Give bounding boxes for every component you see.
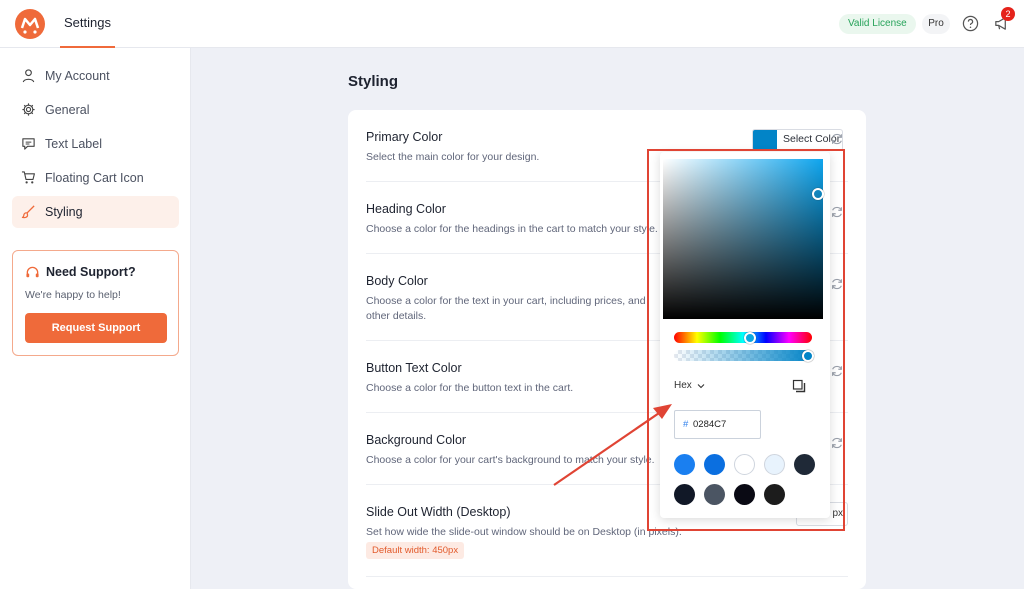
setting-description: Choose a color for your cart's backgroun… [366, 454, 655, 466]
app-logo-icon[interactable] [14, 8, 46, 40]
setting-label: Primary Color [366, 130, 443, 144]
setting-description: Select the main color for your design. [366, 151, 540, 163]
user-icon [22, 69, 35, 83]
cart-icon [21, 171, 35, 184]
message-icon [22, 138, 35, 150]
sidebar-item-label: Text Label [45, 137, 102, 151]
plan-badge: Pro [922, 14, 950, 34]
sidebar-item-label: Styling [45, 205, 83, 219]
reset-icon[interactable] [830, 132, 844, 146]
notification-count-badge: 2 [1001, 7, 1015, 21]
setting-label: Background Color [366, 433, 467, 447]
sidebar-item-label: Floating Cart Icon [45, 171, 144, 185]
page-title: Styling [348, 73, 399, 90]
sidebar-item-label: My Account [45, 69, 110, 83]
setting-description: Choose a color for the headings in the c… [366, 223, 658, 235]
support-card: Need Support? We're happy to help! Reque… [12, 250, 179, 356]
sidebar-item-my-account[interactable]: My Account [12, 60, 179, 92]
headset-icon [26, 266, 39, 278]
license-badge: Valid License [839, 14, 916, 34]
setting-description: Choose a color for the button text in th… [366, 382, 574, 394]
sidebar-item-label: General [45, 103, 90, 117]
sidebar: My Account General Text Label Floating C… [0, 48, 191, 589]
sidebar-item-styling[interactable]: Styling [12, 196, 179, 228]
setting-label: Body Color [366, 274, 428, 288]
setting-label: Slide Out Width (Desktop) [366, 505, 511, 519]
support-title: Need Support? [46, 265, 136, 279]
sidebar-item-general[interactable]: General [12, 94, 179, 126]
nav-tab-settings[interactable]: Settings [60, 0, 115, 48]
sidebar-item-text-label[interactable]: Text Label [12, 128, 179, 160]
help-icon[interactable] [962, 15, 979, 32]
annotation-highlight-box [647, 149, 845, 531]
default-width-tag: Default width: 450px [366, 542, 465, 559]
top-bar: Settings Valid License Pro 2 [0, 0, 1024, 48]
setting-label: Button Text Color [366, 361, 462, 375]
color-swatch [753, 130, 777, 150]
brush-icon [21, 205, 35, 219]
support-subtitle: We're happy to help! [25, 289, 121, 301]
request-support-button[interactable]: Request Support [25, 313, 167, 343]
setting-description: Choose a color for the text in your cart… [366, 295, 646, 322]
sidebar-item-floating-cart-icon[interactable]: Floating Cart Icon [12, 162, 179, 194]
setting-label: Heading Color [366, 202, 446, 216]
gear-icon [22, 103, 35, 116]
